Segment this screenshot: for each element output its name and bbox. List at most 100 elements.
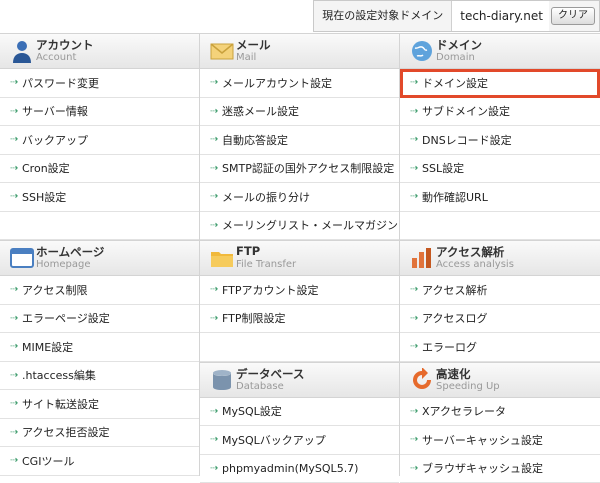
menu-link[interactable]: ⇢Xアクセラレータ — [400, 398, 600, 427]
folder-icon — [210, 246, 234, 270]
menu-link-label: アクセス拒否設定 — [22, 424, 109, 440]
menu-link[interactable]: ⇢.htaccess編集 — [0, 362, 199, 391]
arrow-icon: ⇢ — [10, 77, 22, 88]
arrow-icon: ⇢ — [410, 434, 422, 445]
menu-link-label: SMTP認証の国外アクセス制限設定 — [222, 160, 394, 176]
menu-link-label: メールの振り分け — [222, 189, 310, 205]
envelope-icon — [210, 39, 234, 63]
menu-link[interactable]: ⇢迷惑メール設定 — [200, 98, 399, 127]
menu-link-label: 動作確認URL — [422, 189, 488, 205]
menu-link[interactable]: ⇢パスワード変更 — [0, 69, 199, 98]
section-subtitle: Database — [236, 381, 284, 392]
menu-link-label: MySQL設定 — [222, 403, 282, 419]
arrow-icon: ⇢ — [410, 284, 422, 295]
menu-link[interactable]: ⇢CGIツール — [0, 447, 199, 476]
menu-link[interactable]: ⇢MySQL設定 — [200, 398, 399, 427]
menu-link-label: メーリングリスト・メールマガジン — [222, 217, 398, 233]
arrow-icon: ⇢ — [10, 455, 22, 466]
menu-link[interactable]: ⇢アクセス拒否設定 — [0, 419, 199, 448]
browser-window-icon — [10, 246, 34, 270]
arrow-icon: ⇢ — [410, 106, 422, 117]
globe-icon — [410, 39, 434, 63]
target-domain-label: 現在の設定対象ドメイン — [314, 1, 452, 31]
section-header: アカウントAccount — [0, 33, 199, 69]
arrow-icon: ⇢ — [410, 163, 422, 174]
menu-link[interactable]: ⇢アクセス解析 — [400, 276, 600, 305]
arrow-icon: ⇢ — [10, 341, 22, 352]
menu-link[interactable]: ⇢アクセスログ — [400, 305, 600, 334]
menu-link[interactable]: ⇢動作確認URL — [400, 183, 600, 212]
menu-link-label: ブラウザキャッシュ設定 — [422, 460, 543, 476]
section-title: データベース — [236, 366, 304, 382]
menu-link[interactable]: ⇢phpmyadmin(MySQL5.7) — [200, 455, 399, 483]
menu-link-label: サイト転送設定 — [22, 396, 99, 412]
database-icon — [210, 368, 234, 392]
menu-link-label: アクセス制限 — [22, 282, 87, 298]
arrow-icon: ⇢ — [410, 313, 422, 324]
menu-link-label: サーバー情報 — [22, 103, 88, 119]
arrow-icon: ⇢ — [210, 191, 222, 202]
section-subtitle: Mail — [236, 52, 256, 63]
menu-link[interactable]: ⇢メールの振り分け — [200, 183, 399, 212]
menu-column-1: アカウントAccount⇢パスワード変更⇢サーバー情報⇢バックアップ⇢Cron設… — [0, 33, 200, 476]
arrow-icon: ⇢ — [410, 463, 422, 474]
menu-link[interactable]: ⇢エラーページ設定 — [0, 305, 199, 334]
refresh-arrow-icon — [410, 368, 434, 392]
menu-link[interactable]: ⇢サブドメイン設定 — [400, 98, 600, 127]
menu-grid: アカウントAccount⇢パスワード変更⇢サーバー情報⇢バックアップ⇢Cron設… — [0, 33, 600, 476]
menu-link[interactable]: ⇢ドメイン設定 — [400, 69, 600, 98]
menu-link-label: サーバーキャッシュ設定 — [422, 432, 543, 448]
menu-link[interactable]: ⇢サーバーキャッシュ設定 — [400, 426, 600, 455]
menu-link[interactable]: ⇢サイト転送設定 — [0, 390, 199, 419]
menu-link-label: バックアップ — [22, 132, 88, 148]
arrow-icon: ⇢ — [10, 163, 22, 174]
menu-link[interactable]: ⇢SSH設定 — [0, 183, 199, 212]
menu-link[interactable]: ⇢MySQLバックアップ — [200, 426, 399, 455]
clear-button[interactable]: クリア — [551, 7, 595, 25]
menu-link[interactable]: ⇢サーバー情報 — [0, 98, 199, 127]
arrow-icon: ⇢ — [210, 77, 222, 88]
section-subtitle: Account — [36, 52, 76, 63]
section-subtitle: Homepage — [36, 259, 91, 270]
menu-link-label: FTPアカウント設定 — [222, 282, 319, 298]
section-header: アクセス解析Access analysis — [400, 240, 600, 276]
menu-link[interactable]: ⇢Cron設定 — [0, 155, 199, 184]
menu-link[interactable]: ⇢FTPアカウント設定 — [200, 276, 399, 305]
menu-link[interactable]: ⇢自動応答設定 — [200, 126, 399, 155]
menu-link-label: SSH設定 — [22, 189, 66, 205]
arrow-icon: ⇢ — [10, 191, 22, 202]
menu-link[interactable]: ⇢ブラウザキャッシュ設定 — [400, 455, 600, 483]
menu-link[interactable]: ⇢DNSレコード設定 — [400, 126, 600, 155]
menu-link-label: エラーページ設定 — [22, 310, 110, 326]
menu-link-label: アクセス解析 — [422, 282, 487, 298]
menu-link[interactable]: ⇢メーリングリスト・メールマガジン — [200, 212, 399, 241]
arrow-icon: ⇢ — [210, 220, 222, 231]
menu-link[interactable]: ⇢FTP制限設定 — [200, 305, 399, 334]
arrow-icon: ⇢ — [210, 134, 222, 145]
section-subtitle: Access analysis — [436, 259, 514, 270]
target-domain-box: 現在の設定対象ドメイン tech-diary.net クリア — [313, 0, 600, 32]
arrow-icon: ⇢ — [10, 106, 22, 117]
menu-link-label: MySQLバックアップ — [222, 432, 326, 448]
menu-link[interactable]: ⇢SMTP認証の国外アクセス制限設定 — [200, 155, 399, 184]
arrow-icon: ⇢ — [210, 313, 222, 324]
section-title: 高速化 — [436, 366, 471, 382]
bar-chart-icon — [410, 246, 434, 270]
arrow-icon: ⇢ — [210, 163, 222, 174]
menu-link-label: ドメイン設定 — [422, 75, 488, 91]
menu-link-label: エラーログ — [422, 339, 477, 355]
menu-link[interactable]: ⇢アクセス制限 — [0, 276, 199, 305]
section-title: ホームページ — [36, 244, 104, 260]
arrow-icon: ⇢ — [10, 398, 22, 409]
menu-link[interactable]: ⇢エラーログ — [400, 333, 600, 362]
section-header: ホームページHomepage — [0, 240, 199, 276]
menu-link[interactable]: ⇢バックアップ — [0, 126, 199, 155]
target-domain-value: tech-diary.net — [452, 1, 549, 31]
arrow-icon: ⇢ — [410, 406, 422, 417]
menu-link[interactable]: ⇢SSL設定 — [400, 155, 600, 184]
menu-link[interactable]: ⇢MIME設定 — [0, 333, 199, 362]
arrow-icon: ⇢ — [410, 77, 422, 88]
menu-link-label: .htaccess編集 — [22, 367, 96, 383]
arrow-icon: ⇢ — [10, 370, 22, 381]
menu-link[interactable]: ⇢メールアカウント設定 — [200, 69, 399, 98]
